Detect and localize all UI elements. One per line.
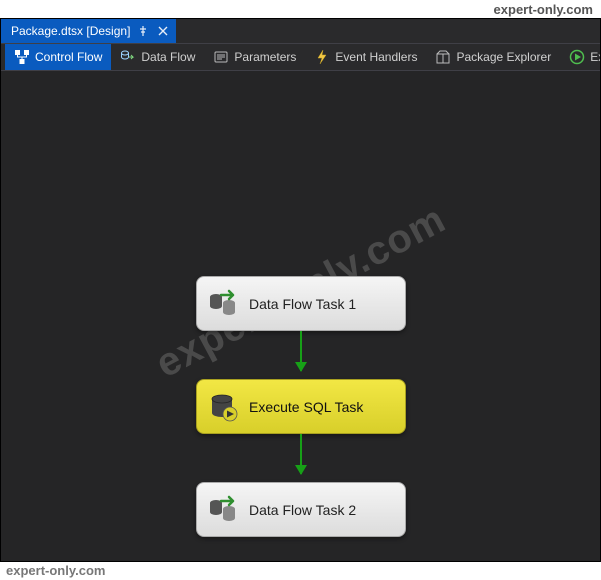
tab-label: Parameters: [234, 50, 296, 64]
event-handlers-icon: [314, 49, 330, 65]
tab-label: Control Flow: [35, 50, 102, 64]
design-canvas[interactable]: expert-only.com Data Flow Task 1: [1, 71, 600, 561]
connector-arrow[interactable]: [300, 331, 302, 371]
data-flow-icon: [120, 49, 136, 65]
task-data-flow-1[interactable]: Data Flow Task 1: [196, 276, 406, 331]
document-tabstrip: Package.dtsx [Design]: [1, 19, 600, 43]
task-data-flow-2[interactable]: Data Flow Task 2: [196, 482, 406, 537]
tab-label: Data Flow: [141, 50, 195, 64]
control-flow-icon: [14, 49, 30, 65]
task-execute-sql[interactable]: Execute SQL Task: [196, 379, 406, 434]
parameters-icon: [213, 49, 229, 65]
tab-event-handlers[interactable]: Event Handlers: [305, 44, 426, 70]
execution-results-icon: [569, 49, 585, 65]
document-tab[interactable]: Package.dtsx [Design]: [1, 19, 176, 43]
package-explorer-icon: [435, 49, 451, 65]
watermark-top: expert-only.com: [494, 2, 593, 17]
connector-arrow[interactable]: [300, 434, 302, 474]
tab-parameters[interactable]: Parameters: [204, 44, 305, 70]
designer-toolbar: Control Flow Data Flow Parameters Event …: [1, 43, 600, 71]
tab-data-flow[interactable]: Data Flow: [111, 44, 204, 70]
data-flow-task-icon: [207, 494, 239, 526]
tab-label: Package Explorer: [456, 50, 551, 64]
document-tab-label: Package.dtsx [Design]: [11, 24, 130, 38]
task-label: Execute SQL Task: [249, 399, 363, 415]
app-window: Package.dtsx [Design] Control Flow Data …: [0, 18, 601, 562]
data-flow-task-icon: [207, 288, 239, 320]
pin-icon[interactable]: [136, 24, 150, 38]
execute-sql-icon: [207, 391, 239, 423]
task-label: Data Flow Task 2: [249, 502, 356, 518]
close-icon[interactable]: [156, 24, 170, 38]
tab-control-flow[interactable]: Control Flow: [5, 44, 111, 70]
watermark-bottom: expert-only.com: [6, 563, 105, 578]
tab-execution-results[interactable]: Execution Resul: [560, 44, 600, 70]
tab-label: Event Handlers: [335, 50, 417, 64]
tab-label: Execution Resul: [590, 50, 600, 64]
task-label: Data Flow Task 1: [249, 296, 356, 312]
tab-package-explorer[interactable]: Package Explorer: [426, 44, 560, 70]
